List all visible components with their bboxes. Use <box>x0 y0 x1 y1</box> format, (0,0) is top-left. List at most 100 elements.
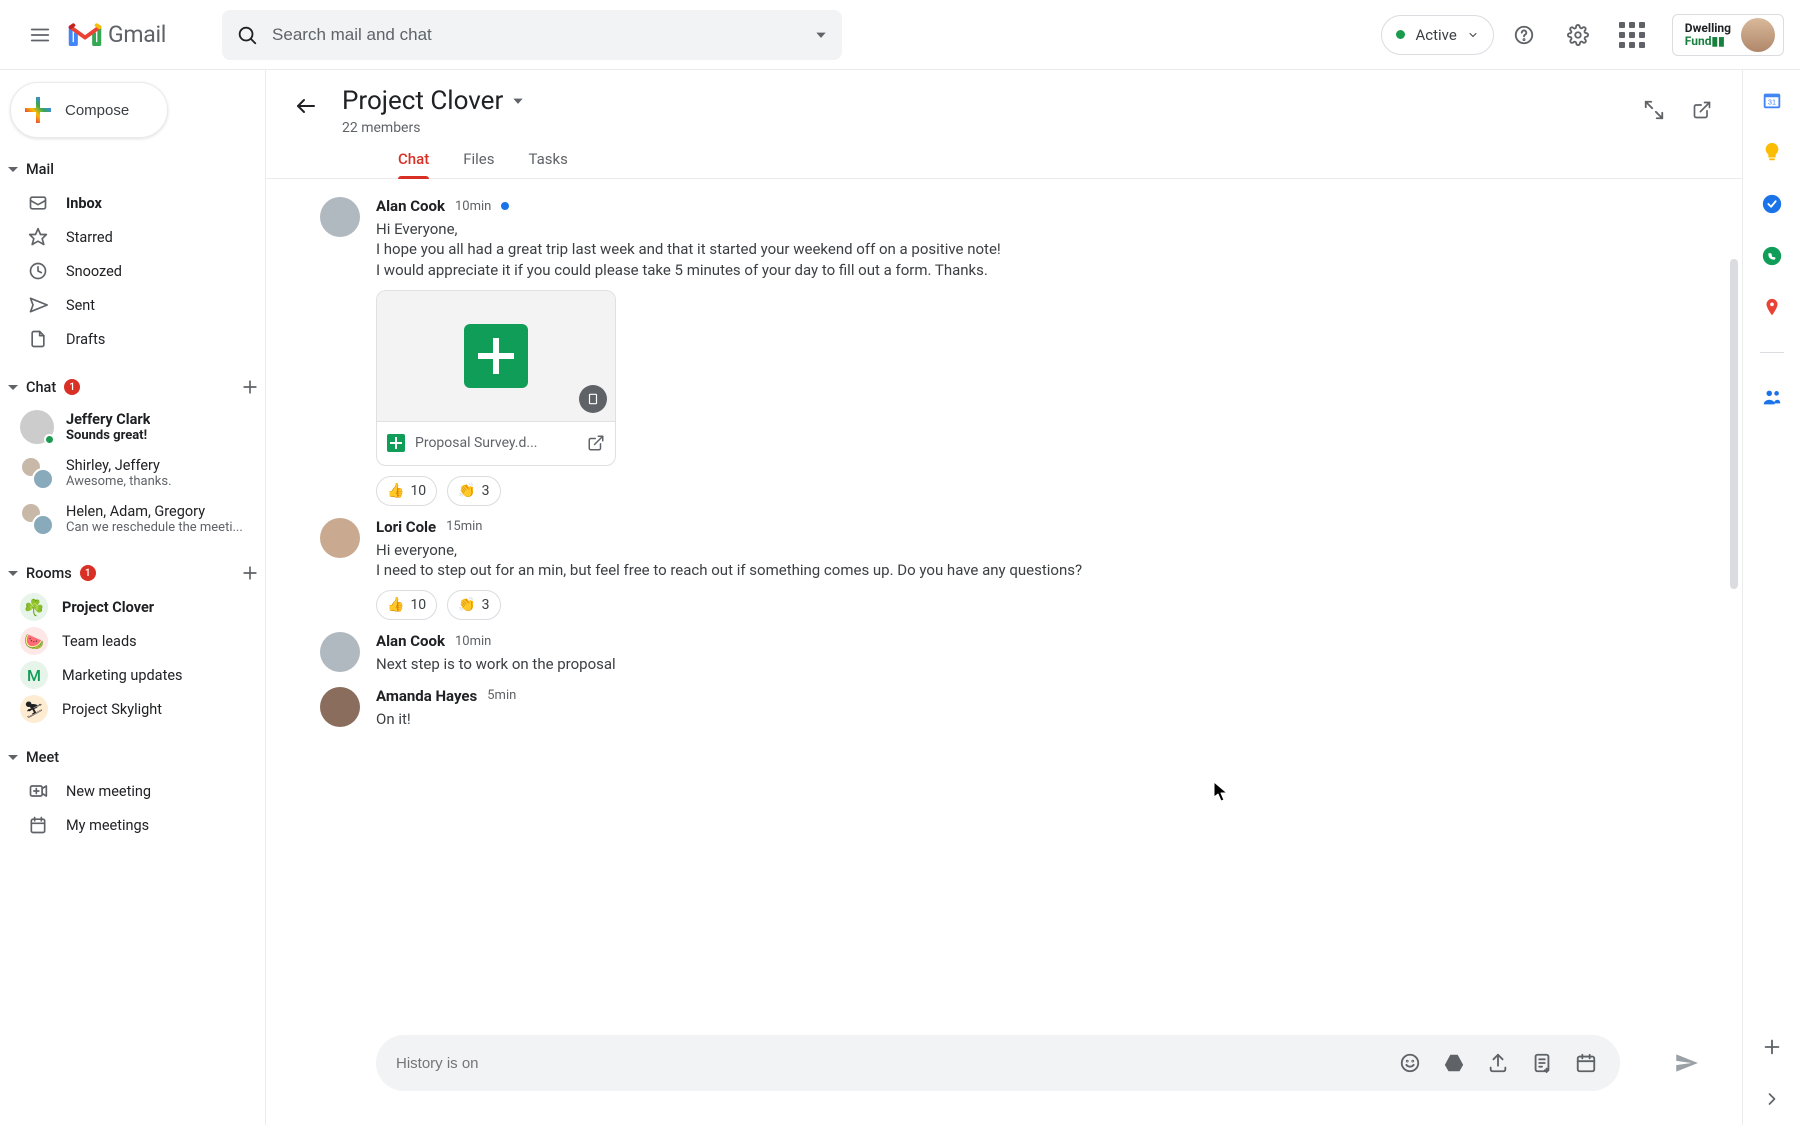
chat-item[interactable]: Jeffery ClarkSounds great! <box>0 404 265 450</box>
right-side-panel: 31 <box>1742 70 1800 1125</box>
meet-icon <box>28 815 48 835</box>
message-text: Hi everyone,I need to step out for an mi… <box>376 540 1082 581</box>
compose-label: Compose <box>65 102 129 119</box>
voice-addon-icon[interactable] <box>1760 244 1784 268</box>
section-head-mail[interactable]: Mail <box>0 152 265 186</box>
attachment-card[interactable]: Proposal Survey.d... <box>376 290 616 466</box>
tasks-addon-icon[interactable] <box>1760 192 1784 216</box>
search-input[interactable] <box>272 25 800 45</box>
chevron-down-icon[interactable] <box>511 94 525 108</box>
nav-item-starred[interactable]: Starred <box>0 220 265 254</box>
search-options-icon[interactable] <box>814 28 828 42</box>
avatar <box>20 456 54 490</box>
product-name: Gmail <box>108 21 166 48</box>
send-button[interactable] <box>1664 1041 1708 1085</box>
back-button[interactable] <box>286 86 326 126</box>
avatar <box>1741 18 1775 52</box>
calendar-addon-icon[interactable]: 31 <box>1760 88 1784 112</box>
caret-icon <box>8 167 18 172</box>
reaction-chip[interactable]: 👏3 <box>447 476 500 506</box>
plus-icon <box>25 97 51 123</box>
new-chat-button[interactable] <box>235 372 265 402</box>
meet-icon <box>28 781 48 801</box>
chat-input-bar[interactable] <box>376 1035 1620 1091</box>
attachment-name: Proposal Survey.d... <box>415 435 577 451</box>
meet-item[interactable]: My meetings <box>0 808 265 842</box>
support-button[interactable] <box>1500 11 1548 59</box>
nav-item-snoozed[interactable]: Snoozed <box>0 254 265 288</box>
compose-button[interactable]: Compose <box>10 82 168 138</box>
chat-item[interactable]: Helen, Adam, GregoryCan we reschedule th… <box>0 496 265 542</box>
google-apps-button[interactable] <box>1608 11 1656 59</box>
gmail-logo[interactable]: Gmail <box>68 21 166 48</box>
drive-button[interactable] <box>1434 1043 1474 1083</box>
message: Lori Cole15minHi everyone,I need to step… <box>376 518 1702 621</box>
left-nav: Compose Mail InboxStarredSnoozedSentDraf… <box>0 70 265 1125</box>
tab-chat[interactable]: Chat <box>398 150 429 178</box>
avatar <box>320 518 360 558</box>
maps-addon-icon[interactable] <box>1760 296 1784 320</box>
meet-item[interactable]: New meeting <box>0 774 265 808</box>
new-room-button[interactable] <box>235 558 265 588</box>
avatar <box>320 197 360 237</box>
section-head-meet[interactable]: Meet <box>0 740 265 774</box>
chat-item[interactable]: Shirley, JefferyAwesome, thanks. <box>0 450 265 496</box>
avatar <box>20 502 54 536</box>
main-menu-button[interactable] <box>16 11 64 59</box>
message-text: Next step is to work on the proposal <box>376 654 616 674</box>
message-time: 5min <box>487 688 516 703</box>
apps-grid-icon <box>1619 22 1645 48</box>
calendar-button[interactable] <box>1566 1043 1606 1083</box>
room-item[interactable]: ☘️Project Clover <box>0 590 265 624</box>
search-bar[interactable] <box>222 10 842 60</box>
inbox-icon <box>28 193 48 213</box>
message-time: 10min <box>455 199 491 214</box>
tab-tasks[interactable]: Tasks <box>529 150 568 178</box>
hide-panel-button[interactable] <box>1760 1087 1784 1111</box>
open-in-new-button[interactable] <box>1682 90 1722 130</box>
collapse-button[interactable] <box>1634 90 1674 130</box>
upload-button[interactable] <box>1478 1043 1518 1083</box>
get-addons-button[interactable] <box>1760 1035 1784 1059</box>
settings-button[interactable] <box>1554 11 1602 59</box>
room-item[interactable]: ⛷Project Skylight <box>0 692 265 726</box>
section-head-chat[interactable]: Chat 1 <box>0 370 265 404</box>
unread-dot <box>501 202 509 210</box>
nav-item-sent[interactable]: Sent <box>0 288 265 322</box>
room-item[interactable]: 🍉Team leads <box>0 624 265 658</box>
chat-input[interactable] <box>396 1055 1386 1072</box>
avatar <box>320 632 360 672</box>
drafts-icon <box>28 329 48 349</box>
account-chip[interactable]: Dwelling Fund▮▮ <box>1672 14 1784 56</box>
reaction-chip[interactable]: 👍10 <box>376 476 437 506</box>
caret-icon <box>8 385 18 390</box>
message-author: Alan Cook <box>376 632 445 650</box>
rooms-unread-badge: 1 <box>80 565 96 581</box>
avatar <box>20 410 54 444</box>
room-members[interactable]: 22 members <box>342 120 1618 136</box>
scrollbar[interactable] <box>1730 259 1738 589</box>
message-author: Alan Cook <box>376 197 445 215</box>
room-emoji: ☘️ <box>20 593 48 621</box>
main-pane: Project Clover 22 members ChatFilesTasks… <box>265 70 1742 1125</box>
emoji-button[interactable] <box>1390 1043 1430 1083</box>
chat-unread-badge: 1 <box>64 379 80 395</box>
contacts-addon-icon[interactable] <box>1760 385 1784 409</box>
keep-addon-icon[interactable] <box>1760 140 1784 164</box>
reaction-chip[interactable]: 👍10 <box>376 590 437 620</box>
room-emoji: M <box>20 661 48 689</box>
avatar <box>320 687 360 727</box>
room-emoji: 🍉 <box>20 627 48 655</box>
caret-icon <box>8 571 18 576</box>
nav-item-drafts[interactable]: Drafts <box>0 322 265 356</box>
message-author: Amanda Hayes <box>376 687 477 705</box>
reaction-chip[interactable]: 👏3 <box>447 590 500 620</box>
message-text: On it! <box>376 709 516 729</box>
section-head-rooms[interactable]: Rooms 1 <box>0 556 265 590</box>
create-doc-button[interactable] <box>1522 1043 1562 1083</box>
open-in-new-icon[interactable] <box>587 434 605 452</box>
tab-files[interactable]: Files <box>463 150 494 178</box>
room-item[interactable]: MMarketing updates <box>0 658 265 692</box>
nav-item-inbox[interactable]: Inbox <box>0 186 265 220</box>
status-chip[interactable]: Active <box>1381 15 1493 55</box>
